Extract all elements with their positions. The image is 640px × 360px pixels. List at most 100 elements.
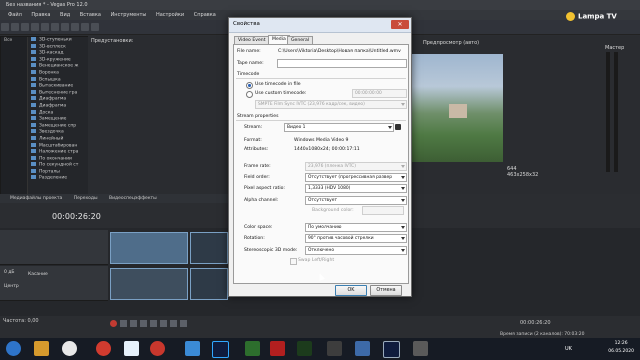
new-icon[interactable] [1,23,9,31]
menu-help[interactable]: Справка [194,12,216,18]
chevron-down-icon [401,165,405,168]
copy-icon[interactable] [61,23,69,31]
go-to-end-icon[interactable] [180,320,187,327]
swap-left-right-checkbox[interactable] [290,258,297,265]
undo-icon[interactable] [81,23,89,31]
opera-icon[interactable] [96,341,111,356]
paste-icon[interactable] [71,23,79,31]
custom-timecode-input[interactable]: 00:00:00:00 [352,89,407,98]
video-clip-2[interactable] [190,232,228,264]
dialog-title: Свойства [233,21,260,27]
transition-label: 3D-каскад [39,50,64,56]
close-icon[interactable]: ✕ [391,20,409,29]
clock-date: 06.05.2020 [608,349,634,354]
audio-clip[interactable] [110,268,188,300]
pause-icon[interactable] [150,320,157,327]
lightroom-icon[interactable] [383,341,400,358]
chrome-icon[interactable] [62,341,77,356]
stream-select[interactable]: Видео 1 [284,123,394,132]
tape-name-input[interactable] [277,59,407,68]
audio-track-header[interactable]: Касание 0 дБ Центр [0,266,108,301]
record-icon[interactable] [110,320,117,327]
go-to-start-icon[interactable] [170,320,177,327]
cancel-button[interactable]: Отмена [370,285,402,296]
timecode-divider [236,78,406,79]
use-custom-timecode-radio[interactable] [246,91,253,98]
menu-settings[interactable]: Настройки [156,12,184,18]
transition-label: Вытеснение гра [39,90,78,96]
paint-icon[interactable] [124,341,139,356]
transition-icon [31,122,36,127]
clock[interactable]: 12:26 06.05.2020 [608,340,634,356]
ok-button[interactable]: OK [335,285,367,296]
transition-icon [31,102,36,107]
audio-clip-2[interactable] [190,268,228,300]
master-meter-left [606,52,610,172]
field-order-select[interactable]: Отсутствует (прогрессивная развер [305,173,407,182]
render-icon[interactable] [31,23,39,31]
app-icon-3[interactable] [327,341,342,356]
flash-icon[interactable] [270,341,285,356]
stop-icon[interactable] [160,320,167,327]
menu-tools[interactable]: Инструменты [111,12,147,18]
tab-project-media[interactable]: Медиафайлы проекта [10,196,62,201]
field-order-label: Field order: [244,175,270,180]
color-space-select[interactable]: По умолчанию [305,223,407,232]
menu-view[interactable]: Вид [60,12,70,18]
play-from-start-icon[interactable] [130,320,137,327]
pixel-aspect-select[interactable]: 1,3333 (HDV 1080) [305,184,407,193]
photoshop-icon[interactable] [212,341,229,358]
video-track-header[interactable] [0,230,108,265]
transition-label: Наложение стра [39,149,79,155]
app-icon[interactable] [245,341,260,356]
rotation-select[interactable]: 90° против часовой стрелки [305,234,407,243]
save-icon[interactable] [21,23,29,31]
open-icon[interactable] [11,23,19,31]
timecode-format-select[interactable]: SMPTE Film Sync IVTC (23,976 кадр/сек, в… [255,100,407,109]
explorer-icon[interactable] [34,341,49,356]
transition-label: Звездочка [39,129,64,135]
transition-label: 3D-всплеск [39,44,66,50]
language-indicator[interactable]: UK [565,346,572,352]
swap-left-right-label: Swap Left/Right [298,258,335,263]
tab-transitions[interactable]: Переходы [74,196,98,201]
background-color-label: Background color: [312,208,354,213]
save-stream-icon[interactable] [395,124,401,130]
skype-icon[interactable] [185,341,200,356]
transition-icon [31,50,36,55]
transition-icon [31,142,36,147]
stereo-3d-select[interactable]: Отключено [305,246,407,255]
loop-icon[interactable] [120,320,127,327]
app-titlebar: Без названия * - Vegas Pro 12.0 [0,0,640,10]
background-color-swatch[interactable] [362,206,404,215]
transition-label: Воронка [39,70,59,76]
redo-icon[interactable] [91,23,99,31]
frame-rate-select[interactable]: 23,976 (пленка IVTC) [305,162,407,171]
tab-video-fx[interactable]: Видеоспецэффекты [109,196,157,201]
preview-label[interactable]: Предпросмотр (авто) [423,40,479,46]
use-timecode-file-radio[interactable] [246,82,253,89]
menu-edit[interactable]: Правка [31,12,50,18]
app-icon-2[interactable] [297,341,312,356]
app-title: Без названия * - Vegas Pro 12.0 [6,2,88,8]
video-clip[interactable] [110,232,188,264]
menu-insert[interactable]: Вставка [80,12,101,18]
alpha-channel-select[interactable]: Отсутствует [305,196,407,205]
transport-bar [110,320,510,330]
audio-track-name: Касание [28,272,48,277]
tree-root[interactable]: Все [1,37,27,44]
chevron-down-icon [401,237,405,240]
dialog-titlebar[interactable]: Свойства ✕ [229,18,411,33]
cut-icon[interactable] [51,23,59,31]
transition-icon [31,109,36,114]
playback-rate: Частота: 0,00 [3,318,39,324]
menu-file[interactable]: Файл [8,12,22,18]
app-icon-4[interactable] [355,341,370,356]
opera-icon-2[interactable] [150,341,165,356]
chevron-down-icon [388,126,392,129]
start-icon[interactable] [6,341,21,356]
vegas-icon[interactable] [413,341,428,356]
properties-icon[interactable] [41,23,49,31]
use-custom-timecode-label: Use custom timecode: [255,91,307,96]
play-icon[interactable] [140,320,147,327]
